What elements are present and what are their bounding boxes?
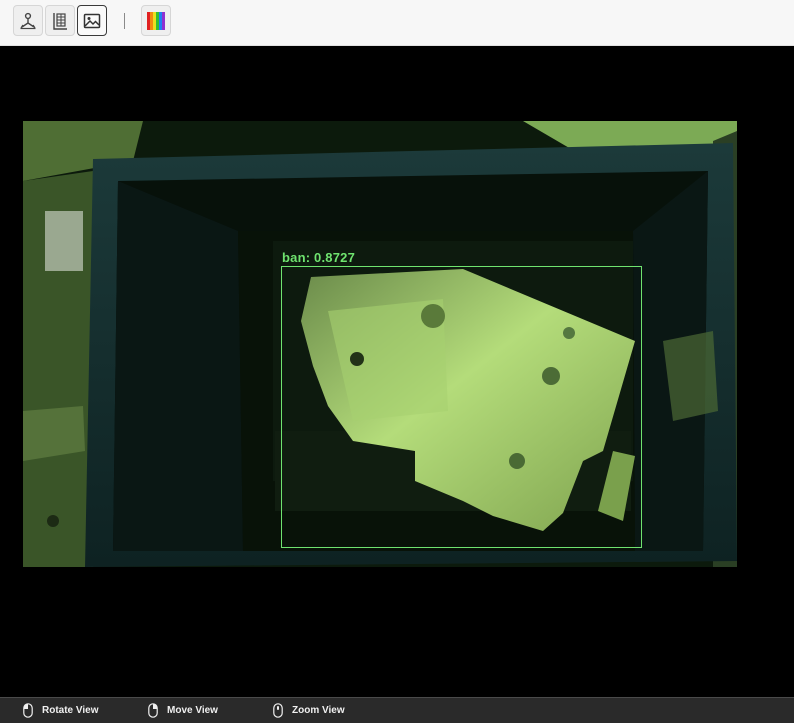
move-view-label: Move View <box>167 705 218 716</box>
grid-list-icon <box>53 12 67 30</box>
mouse-wheel-icon <box>273 703 283 718</box>
color-map-button[interactable] <box>141 5 171 36</box>
status-bar: Rotate View Move View Zoom View <box>0 697 794 723</box>
camera-image: ban: 0.8727 <box>23 121 737 567</box>
image-icon <box>83 13 101 28</box>
detection-box <box>281 266 642 548</box>
rotate-view-hint: Rotate View <box>23 698 99 723</box>
view-table-button[interactable] <box>45 5 75 36</box>
mouse-right-icon <box>148 703 158 718</box>
axes-3d-icon <box>20 12 36 29</box>
view-3d-button[interactable] <box>13 5 43 36</box>
zoom-view-label: Zoom View <box>292 705 345 716</box>
color-palette-icon <box>147 11 165 30</box>
move-view-hint: Move View <box>148 698 218 723</box>
image-viewport[interactable]: ban: 0.8727 <box>0 46 794 697</box>
mouse-left-icon <box>23 703 33 718</box>
detection-label: ban: 0.8727 <box>282 250 356 265</box>
zoom-view-hint: Zoom View <box>273 698 345 723</box>
view-image-button[interactable] <box>77 5 107 36</box>
rotate-view-label: Rotate View <box>42 705 99 716</box>
toolbar-separator <box>124 13 125 29</box>
toolbar <box>0 0 794 46</box>
